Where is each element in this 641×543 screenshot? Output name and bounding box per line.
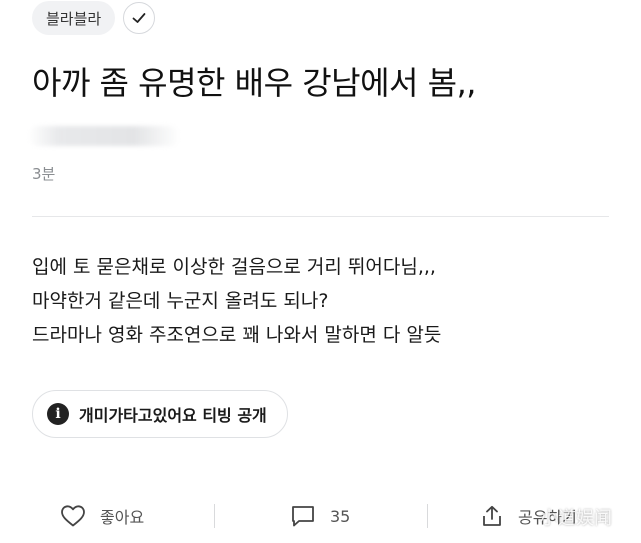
comment-icon [292,506,314,527]
post-body: 입에 토 묻은채로 이상한 걸음으로 거리 뛰어다님,,, 마약한거 같은데 누… [32,250,441,352]
action-separator [427,504,428,528]
post-body-line: 드라마나 영화 주조연으로 꽤 나와서 말하면 다 알듯 [32,324,442,346]
topic-row: 블라블라 [32,0,156,36]
post-body-line: 입에 토 묻은채로 이상한 걸음으로 거리 뛰어다님,,, [32,256,436,278]
post-time: 3분 [32,165,56,183]
info-icon: i [47,403,69,425]
action-separator [214,504,215,528]
tag-label: 개미가타고있어요 티빙 공개 [79,406,267,425]
follow-check-button[interactable] [123,2,156,34]
author-name-blurred [28,126,180,146]
topic-chip[interactable]: 블라블라 [32,1,116,35]
heart-icon [61,505,85,527]
share-icon [483,505,501,526]
watermark-text: 小道娱闻 [540,508,612,529]
like-button[interactable]: 좋아요 [60,494,144,538]
comment-count: 35 [330,506,351,526]
comment-button[interactable]: 35 [290,494,350,538]
like-label: 좋아요 [100,508,145,527]
divider [32,216,609,217]
tag-chip[interactable]: i 개미가타고있어요 티빙 공개 [32,390,288,438]
check-icon [132,13,146,23]
post-title: 아까 좀 유명한 배우 강남에서 봄,, [32,64,476,102]
topic-chip-label: 블라블라 [46,9,102,28]
post-body-line: 마약한거 같은데 누군지 올려도 되나? [32,290,329,312]
